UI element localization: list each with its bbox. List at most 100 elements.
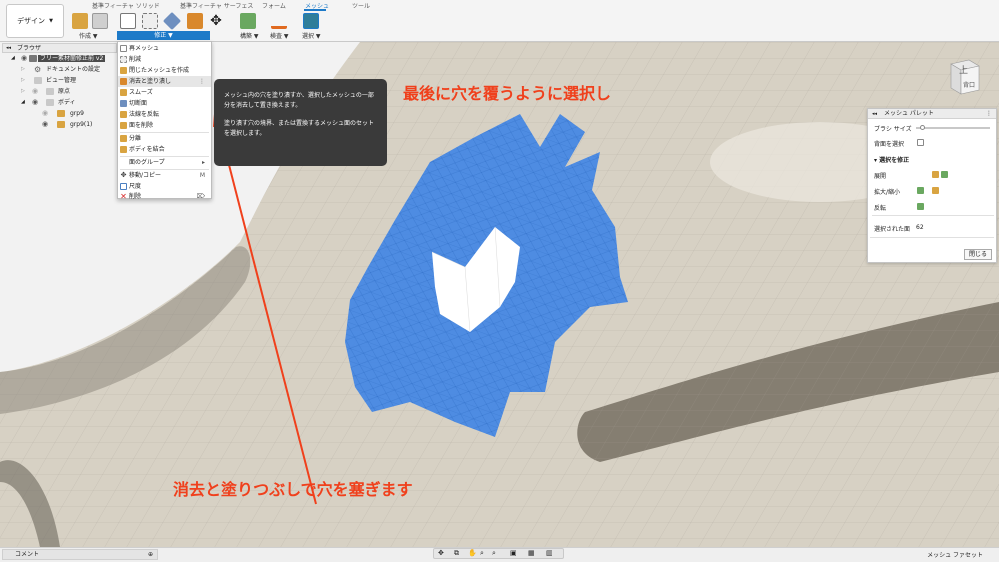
browser-item-grp9-1[interactable]: ◉ grp9(1) bbox=[2, 119, 117, 130]
menu-item-erase-and-fill[interactable]: 消去と塗り潰し ⋮ bbox=[118, 76, 211, 87]
close-palette-button[interactable]: 閉じる bbox=[964, 249, 992, 260]
select-tool-icon[interactable] bbox=[303, 13, 319, 29]
palette-options-icon[interactable]: ⋮ bbox=[986, 109, 992, 119]
expand-alt-icon[interactable] bbox=[941, 171, 948, 178]
selected-faces-label: 選択された面 bbox=[874, 226, 911, 233]
display-settings-icon[interactable]: ▣ bbox=[510, 549, 517, 557]
tab-surface[interactable]: 基準フィーチャ サーフェス bbox=[180, 1, 253, 10]
view-cube-front-label: 背口 bbox=[963, 82, 976, 89]
create-menu[interactable]: 作成 ▼ bbox=[79, 31, 98, 40]
erase-fill-tool-icon[interactable] bbox=[187, 13, 203, 29]
menu-item-combine[interactable]: ボディを結合 bbox=[118, 144, 211, 155]
select-menu[interactable]: 選択 ▼ bbox=[302, 31, 321, 40]
expand-right-icon[interactable]: ▷ bbox=[21, 64, 25, 75]
move-tool-icon[interactable]: ✥ bbox=[208, 13, 224, 29]
grid-settings-icon[interactable]: ▦ bbox=[528, 549, 535, 557]
browser-item-named-views[interactable]: ▷ ビュー管理 bbox=[2, 75, 117, 86]
menu-item-reduce[interactable]: 削減 bbox=[118, 54, 211, 65]
inspect-menu[interactable]: 検査 ▼ bbox=[270, 31, 289, 40]
tab-form[interactable]: フォーム bbox=[262, 1, 286, 10]
expand-icon[interactable] bbox=[932, 171, 939, 178]
modify-menu[interactable]: 修正 ▼ bbox=[117, 31, 210, 40]
more-options-icon[interactable]: ⋮ bbox=[199, 76, 205, 87]
menu-item-reverse-normal[interactable]: 法線を反転 bbox=[118, 109, 211, 120]
browser-item-root[interactable]: ◢ ◉ フリー素材箇修正前 v2 bbox=[2, 53, 117, 64]
brush-size-slider[interactable] bbox=[916, 125, 990, 130]
menu-item-smooth[interactable]: スムーズ bbox=[118, 87, 211, 98]
browser-item-grp9[interactable]: ◉ grp9 bbox=[2, 108, 117, 119]
shrink-icon[interactable] bbox=[932, 187, 939, 194]
workspace-switcher-button[interactable]: デザイン ▼ bbox=[6, 4, 64, 38]
folder-icon bbox=[46, 99, 54, 106]
measure-icon[interactable] bbox=[271, 13, 287, 29]
scale-icon bbox=[120, 183, 127, 190]
pan-icon[interactable]: ✋ bbox=[468, 549, 477, 557]
construct-plane-icon[interactable] bbox=[240, 13, 256, 29]
viewports-icon[interactable]: ▥ bbox=[546, 549, 553, 557]
reduce-tool-icon[interactable] bbox=[142, 13, 158, 29]
design-label: デザイン bbox=[17, 17, 46, 25]
fit-icon[interactable]: ⌕ bbox=[492, 549, 496, 558]
browser-panel: ◂◂ ブラウザ ◢ ◉ フリー素材箇修正前 v2 ▷ ⚙ ドキュメントの設定 ▷… bbox=[2, 43, 117, 151]
eye-icon[interactable]: ◉ bbox=[42, 108, 48, 119]
insert-mesh-icon[interactable] bbox=[72, 13, 88, 29]
comments-label: コメント bbox=[15, 551, 40, 558]
navigation-toolbar: ✥ ⧉ ✋ ⌕ ⌕ ▣ ▦ ▥ bbox=[433, 548, 564, 559]
view-cube[interactable]: 上 背口 bbox=[947, 58, 981, 96]
tab-solid[interactable]: 基準フィーチャ ソリッド bbox=[92, 1, 160, 10]
brush-size-label: ブラシ サイズ bbox=[874, 126, 912, 133]
look-at-icon[interactable]: ⧉ bbox=[454, 549, 459, 558]
delete-faces-icon bbox=[120, 122, 127, 129]
eye-icon[interactable]: ◉ bbox=[21, 53, 27, 64]
browser-header[interactable]: ◂◂ ブラウザ bbox=[2, 43, 117, 53]
slider-thumb[interactable] bbox=[919, 125, 925, 130]
zoom-icon[interactable]: ⌕ bbox=[480, 549, 484, 558]
select-through-checkbox[interactable] bbox=[917, 139, 924, 146]
browser-item-origin[interactable]: ▷ ◉ 原点 bbox=[2, 86, 117, 97]
menu-item-delete-faces[interactable]: 面を削除 bbox=[118, 120, 211, 131]
browser-item-document-settings[interactable]: ▷ ⚙ ドキュメントの設定 bbox=[2, 64, 117, 75]
create-shape-icon[interactable] bbox=[92, 13, 108, 29]
menu-item-move-copy[interactable]: ✥ 移動/コピー M bbox=[118, 170, 211, 181]
menu-item-plane-cut[interactable]: 切断面 bbox=[118, 98, 211, 109]
menu-item-remesh[interactable]: 再メッシュ bbox=[118, 43, 211, 54]
menu-item-separate[interactable]: 分離 bbox=[118, 133, 211, 144]
orbit-icon[interactable]: ✥ bbox=[438, 549, 444, 557]
remesh-tool-icon[interactable] bbox=[120, 13, 136, 29]
tooltip-description: メッシュ内の穴を塗り潰すか、選択したメッシュの一部分を消去して置き換えます。 bbox=[224, 92, 374, 109]
separate-icon bbox=[120, 135, 127, 142]
expand-right-icon[interactable]: ▷ bbox=[21, 86, 25, 97]
palette-header[interactable]: ◂◂ メッシュ パレット ⋮ bbox=[868, 109, 996, 119]
plane-cut-tool-icon[interactable] bbox=[162, 11, 182, 31]
modify-selection-section[interactable]: ▾ 選択を修正 bbox=[874, 155, 909, 164]
construct-menu[interactable]: 構築 ▼ bbox=[240, 31, 259, 40]
comment-toggle-icon[interactable]: ⊕ bbox=[148, 550, 153, 560]
expand-down-icon[interactable]: ◢ bbox=[11, 53, 15, 64]
eye-icon[interactable]: ◉ bbox=[42, 119, 48, 130]
mesh-palette: ◂◂ メッシュ パレット ⋮ ブラシ サイズ 背面を選択 ▾ 選択を修正 展開 … bbox=[867, 108, 997, 263]
menu-item-make-closed-mesh[interactable]: 閉じたメッシュを作成 bbox=[118, 65, 211, 76]
grow-icon[interactable] bbox=[917, 187, 924, 194]
expand-right-icon[interactable]: ▷ bbox=[21, 75, 25, 86]
fusion-window: 最後に穴を覆うように選択し 消去と塗りつぶしで穴を塞ぎます 基準フィーチャ ソリ… bbox=[0, 0, 999, 562]
expand-down-icon[interactable]: ◢ bbox=[21, 97, 25, 108]
collapse-icon[interactable]: ◂◂ bbox=[872, 109, 877, 119]
folder-icon bbox=[34, 77, 42, 84]
menu-item-delete[interactable]: ✕ 削除 ⌦ bbox=[118, 191, 211, 202]
toolbar: 基準フィーチャ ソリッド 基準フィーチャ サーフェス フォーム メッシュ ツール… bbox=[0, 0, 999, 42]
move-icon: ✥ bbox=[120, 171, 127, 179]
menu-item-face-groups[interactable]: 面のグループ ▸ bbox=[118, 157, 211, 168]
comments-panel[interactable]: コメント ⊕ bbox=[2, 549, 158, 560]
erase-fill-icon bbox=[120, 78, 127, 85]
eye-icon[interactable]: ◉ bbox=[32, 97, 38, 108]
invert-label: 反転 bbox=[874, 205, 887, 212]
invert-icon[interactable] bbox=[917, 203, 924, 210]
shortcut-label: ⌦ bbox=[196, 193, 205, 200]
shortcut-label: M bbox=[199, 172, 205, 179]
eye-icon[interactable]: ◉ bbox=[32, 86, 38, 97]
collapse-icon[interactable]: ◂◂ bbox=[6, 44, 11, 53]
tab-tools[interactable]: ツール bbox=[352, 1, 370, 10]
annotation-top: 最後に穴を覆うように選択し bbox=[403, 84, 612, 103]
browser-item-bodies[interactable]: ◢ ◉ ボディ bbox=[2, 97, 117, 108]
palette-title: メッシュ パレット bbox=[884, 110, 934, 117]
